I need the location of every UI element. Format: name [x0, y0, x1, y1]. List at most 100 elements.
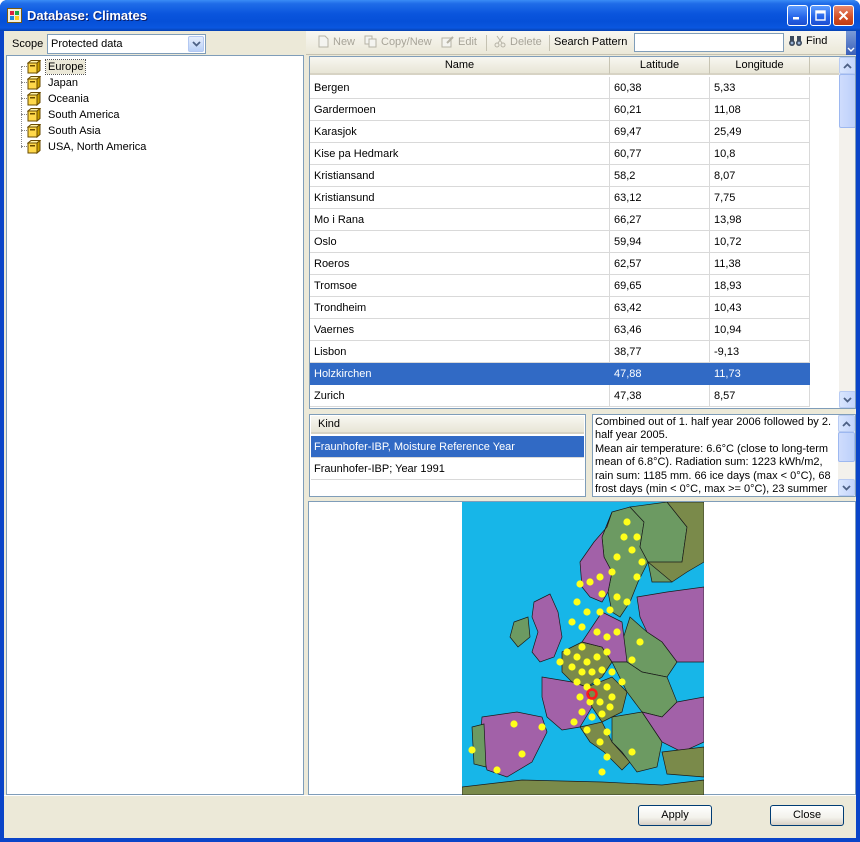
- tree-item[interactable]: South America: [11, 107, 211, 123]
- station-marker[interactable]: [588, 713, 596, 721]
- minimize-button[interactable]: [787, 5, 808, 26]
- station-marker[interactable]: [583, 658, 591, 666]
- region-tree[interactable]: Europe Japan Oceania South America South Asi…: [6, 55, 304, 795]
- station-marker[interactable]: [628, 546, 636, 554]
- table-row[interactable]: Kristiansand 58,2 8,07: [310, 165, 810, 187]
- station-marker[interactable]: [510, 720, 518, 728]
- list-item[interactable]: Fraunhofer-IBP; Year 1991: [311, 458, 584, 480]
- station-marker[interactable]: [603, 683, 611, 691]
- title-bar[interactable]: Database: Climates: [0, 0, 860, 31]
- table-row[interactable]: Mo i Rana 66,27 13,98: [310, 209, 810, 231]
- new-button[interactable]: New: [316, 35, 355, 48]
- station-marker[interactable]: [538, 723, 546, 731]
- station-marker[interactable]: [563, 648, 571, 656]
- station-marker[interactable]: [596, 573, 604, 581]
- station-marker[interactable]: [573, 598, 581, 606]
- station-marker[interactable]: [633, 533, 641, 541]
- station-marker[interactable]: [606, 703, 614, 711]
- apply-button[interactable]: Apply: [638, 805, 712, 826]
- station-marker[interactable]: [608, 568, 616, 576]
- station-marker[interactable]: [628, 748, 636, 756]
- station-marker[interactable]: [576, 580, 584, 588]
- station-marker[interactable]: [468, 746, 476, 754]
- tree-item[interactable]: South Asia: [11, 123, 211, 139]
- scroll-down-button[interactable]: [838, 479, 855, 496]
- station-marker[interactable]: [596, 608, 604, 616]
- table-row[interactable]: Tromsoe 69,65 18,93: [310, 275, 810, 297]
- kind-list[interactable]: Kind Fraunhofer-IBP, Moisture Reference …: [309, 414, 586, 497]
- station-marker[interactable]: [628, 656, 636, 664]
- search-pattern-input[interactable]: [634, 33, 784, 52]
- station-marker[interactable]: [613, 553, 621, 561]
- chevron-down-icon[interactable]: [188, 36, 204, 52]
- station-marker[interactable]: [578, 623, 586, 631]
- close-window-button[interactable]: [833, 5, 854, 26]
- station-marker[interactable]: [570, 718, 578, 726]
- station-marker[interactable]: [618, 678, 626, 686]
- table-row[interactable]: Lisbon 38,77 -9,13: [310, 341, 810, 363]
- station-marker[interactable]: [568, 663, 576, 671]
- table-row[interactable]: Kristiansund 63,12 7,75: [310, 187, 810, 209]
- station-marker[interactable]: [603, 648, 611, 656]
- description-box[interactable]: Combined out of 1. half year 2006 follow…: [592, 414, 856, 497]
- station-marker[interactable]: [568, 618, 576, 626]
- tree-item[interactable]: Japan: [11, 75, 211, 91]
- station-marker[interactable]: [636, 638, 644, 646]
- station-marker[interactable]: [606, 606, 614, 614]
- station-marker[interactable]: [573, 653, 581, 661]
- station-marker[interactable]: [573, 678, 581, 686]
- station-marker[interactable]: [613, 593, 621, 601]
- station-marker[interactable]: [576, 693, 584, 701]
- station-marker[interactable]: [638, 558, 646, 566]
- scroll-up-button[interactable]: [839, 57, 855, 74]
- station-marker[interactable]: [518, 750, 526, 758]
- find-button[interactable]: Find: [788, 35, 827, 47]
- delete-button[interactable]: Delete: [493, 35, 542, 48]
- scroll-thumb[interactable]: [838, 432, 855, 462]
- table-row[interactable]: Oslo 59,94 10,72: [310, 231, 810, 253]
- station-marker[interactable]: [578, 643, 586, 651]
- station-marker[interactable]: [598, 590, 606, 598]
- station-marker[interactable]: [578, 708, 586, 716]
- station-marker[interactable]: [578, 668, 586, 676]
- station-marker[interactable]: [586, 578, 594, 586]
- station-marker[interactable]: [583, 608, 591, 616]
- table-row[interactable]: Kise pa Hedmark 60,77 10,8: [310, 143, 810, 165]
- station-marker[interactable]: [493, 766, 501, 774]
- station-marker[interactable]: [603, 753, 611, 761]
- copy-new-button[interactable]: Copy/New: [364, 35, 432, 48]
- table-row[interactable]: Bergen 60,38 5,33: [310, 77, 810, 99]
- station-marker[interactable]: [598, 666, 606, 674]
- table-row[interactable]: Zurich 47,38 8,57: [310, 385, 810, 407]
- station-marker[interactable]: [623, 518, 631, 526]
- station-marker[interactable]: [556, 658, 564, 666]
- table-row[interactable]: Roeros 62,57 11,38: [310, 253, 810, 275]
- station-marker[interactable]: [596, 738, 604, 746]
- column-header-longitude[interactable]: Longitude: [710, 57, 810, 75]
- table-row[interactable]: Vaernes 63,46 10,94: [310, 319, 810, 341]
- table-row[interactable]: Holzkirchen 47,88 11,73: [310, 363, 810, 385]
- table-row[interactable]: Trondheim 63,42 10,43: [310, 297, 810, 319]
- station-marker[interactable]: [598, 768, 606, 776]
- station-marker[interactable]: [623, 598, 631, 606]
- station-marker[interactable]: [603, 633, 611, 641]
- station-marker[interactable]: [608, 693, 616, 701]
- tree-item[interactable]: Oceania: [11, 91, 211, 107]
- tree-item[interactable]: Europe: [11, 59, 211, 75]
- climate-location-grid[interactable]: Name Latitude Longitude Bergen 60,38 5,33 G…: [309, 56, 856, 409]
- europe-location-map[interactable]: [462, 502, 704, 795]
- edit-button[interactable]: Edit: [441, 35, 477, 48]
- station-marker[interactable]: [633, 573, 641, 581]
- table-row[interactable]: Karasjok 69,47 25,49: [310, 121, 810, 143]
- station-marker[interactable]: [598, 710, 606, 718]
- description-scrollbar[interactable]: [838, 415, 855, 496]
- station-marker[interactable]: [613, 628, 621, 636]
- scope-dropdown[interactable]: Protected data: [47, 34, 206, 54]
- station-marker[interactable]: [596, 698, 604, 706]
- station-marker[interactable]: [583, 726, 591, 734]
- scroll-thumb[interactable]: [839, 74, 855, 128]
- station-marker[interactable]: [588, 668, 596, 676]
- tree-item[interactable]: USA, North America: [11, 139, 211, 155]
- table-row[interactable]: Gardermoen 60,21 11,08: [310, 99, 810, 121]
- station-marker[interactable]: [593, 678, 601, 686]
